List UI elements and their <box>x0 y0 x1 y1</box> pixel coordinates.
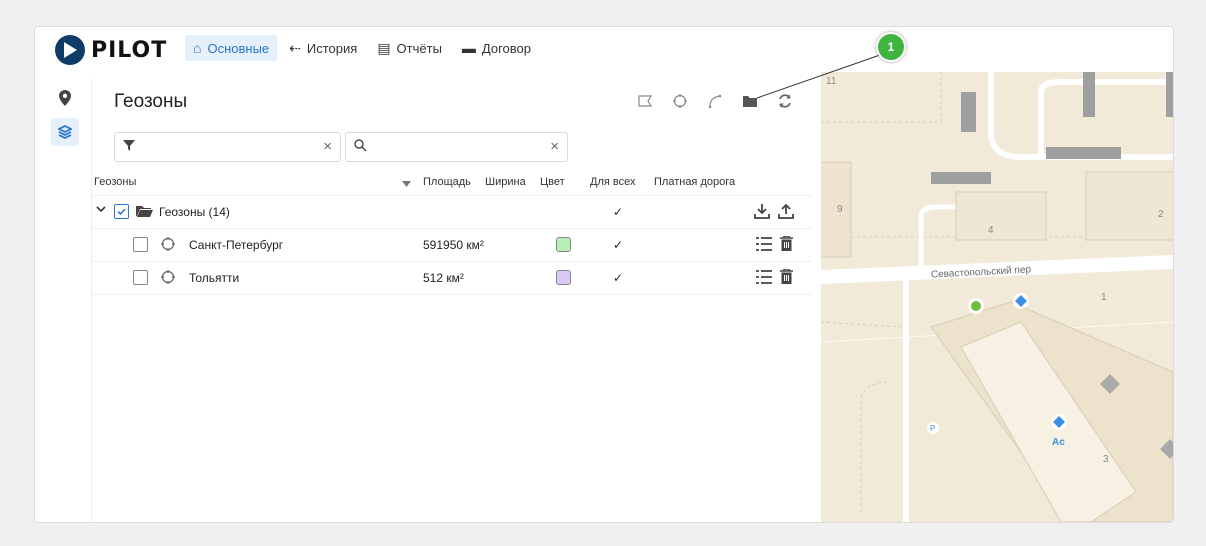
row-checkbox[interactable] <box>133 237 148 252</box>
clear-search-icon[interactable]: × <box>550 138 559 155</box>
circle-zone-icon <box>160 236 176 255</box>
color-swatch[interactable] <box>556 237 571 252</box>
nav-item-history[interactable]: ⇠ История <box>281 35 365 61</box>
row-area: 591950 км² <box>423 238 484 252</box>
callout-badge: 1 <box>876 32 906 62</box>
nav-item-contract[interactable]: ▬ Договор <box>454 35 539 61</box>
nav-item-reports[interactable]: ▤ Отчёты <box>369 35 450 61</box>
main-nav: ⌂ Основные ⇠ История ▤ Отчёты ▬ Договор <box>185 35 543 61</box>
map-canvas[interactable]: Севастопольский пер 1 2 3 4 9 11 Ac P <box>821 72 1173 522</box>
map-poi-label: Ac <box>1052 437 1065 448</box>
table-header: Геозоны Площадь Ширина Цвет Для всех Пла… <box>92 171 812 196</box>
trash-icon[interactable] <box>780 235 793 254</box>
col-header-for-all[interactable]: Для всех <box>590 176 635 188</box>
report-icon: ▤ <box>377 39 391 56</box>
row-name: Тольятти <box>189 271 240 285</box>
nav-item-label: Договор <box>481 40 532 56</box>
contract-icon: ▬ <box>461 40 476 56</box>
nav-item-label: История <box>306 40 358 56</box>
col-header-toll-road[interactable]: Платная дорога <box>654 176 735 188</box>
pilot-logo[interactable]: PILOT <box>55 35 167 65</box>
panel-toolbar <box>619 92 794 110</box>
page-title: Геозоны <box>114 91 188 112</box>
row-for-all: ✓ <box>613 271 624 285</box>
map-parking-label: P <box>930 424 935 433</box>
map-marker-icon <box>59 90 71 106</box>
row-checkbox[interactable] <box>133 270 148 285</box>
map-house-label: 1 <box>1101 292 1107 303</box>
row-for-all: ✓ <box>613 238 624 252</box>
group-label: Геозоны (14) <box>159 205 230 219</box>
download-icon[interactable] <box>754 203 770 222</box>
table-row[interactable]: Санкт-Петербург 591950 км² ✓ <box>92 229 812 262</box>
refresh-icon[interactable] <box>776 92 794 110</box>
group-checkbox[interactable] <box>114 204 129 219</box>
sort-desc-icon[interactable] <box>402 178 411 190</box>
upload-icon[interactable] <box>778 203 794 222</box>
col-header-color[interactable]: Цвет <box>540 176 565 188</box>
group-for-all: ✓ <box>613 205 624 219</box>
geozones-panel: Геозоны × × Геозоны Площадь Ширина Цвет … <box>91 79 822 522</box>
map-house-label: 3 <box>1103 454 1109 465</box>
open-folder-icon <box>136 205 153 220</box>
left-sidebar <box>35 72 91 522</box>
logo-text: PILOT <box>91 37 168 63</box>
filter-icon <box>123 140 135 151</box>
top-bar: PILOT ⌂ Основные ⇠ История ▤ Отчёты ▬ До… <box>35 27 1173 72</box>
nav-item-label: Отчёты <box>396 40 442 56</box>
circle-tool-icon[interactable] <box>671 92 689 110</box>
folder-icon[interactable] <box>741 92 759 110</box>
search-icon <box>354 139 367 152</box>
history-icon: ⇠ <box>289 39 301 56</box>
app-window: PILOT ⌂ Основные ⇠ История ▤ Отчёты ▬ До… <box>34 26 1174 523</box>
filter-input-box[interactable]: × <box>114 132 341 162</box>
color-swatch[interactable] <box>556 270 571 285</box>
circle-zone-icon <box>160 269 176 288</box>
sidebar-item-markers[interactable] <box>51 84 79 112</box>
sidebar-item-geozones[interactable] <box>51 118 79 146</box>
polyline-tool-icon[interactable] <box>706 92 724 110</box>
table-row[interactable]: Тольятти 512 км² ✓ <box>92 262 812 295</box>
list-icon[interactable] <box>756 237 772 254</box>
map-house-label: 2 <box>1158 209 1164 220</box>
group-row[interactable]: Геозоны (14) ✓ <box>92 196 812 229</box>
filter-input[interactable] <box>141 138 295 155</box>
col-header-area[interactable]: Площадь <box>423 176 471 188</box>
map-house-label: 9 <box>837 204 843 215</box>
map-view[interactable]: Севастопольский пер 1 2 3 4 9 11 Ac P <box>821 72 1173 522</box>
clear-filter-icon[interactable]: × <box>323 138 332 155</box>
list-icon[interactable] <box>756 270 772 287</box>
polygon-tool-icon[interactable] <box>636 92 654 110</box>
search-input[interactable] <box>372 138 526 155</box>
map-house-label: 11 <box>826 76 837 87</box>
layers-icon <box>58 125 72 139</box>
row-name: Санкт-Петербург <box>189 238 284 252</box>
col-header-width[interactable]: Ширина <box>485 176 526 188</box>
logo-icon <box>55 35 85 65</box>
row-area: 512 км² <box>423 271 464 285</box>
map-house-label: 4 <box>988 225 994 236</box>
search-input-box[interactable]: × <box>345 132 568 162</box>
trash-icon[interactable] <box>780 268 793 287</box>
nav-item-label: Основные <box>207 40 270 56</box>
chevron-down-icon[interactable] <box>96 203 106 217</box>
nav-item-main[interactable]: ⌂ Основные <box>185 35 278 61</box>
col-header-geozones[interactable]: Геозоны <box>94 176 136 188</box>
home-icon: ⌂ <box>193 40 202 56</box>
